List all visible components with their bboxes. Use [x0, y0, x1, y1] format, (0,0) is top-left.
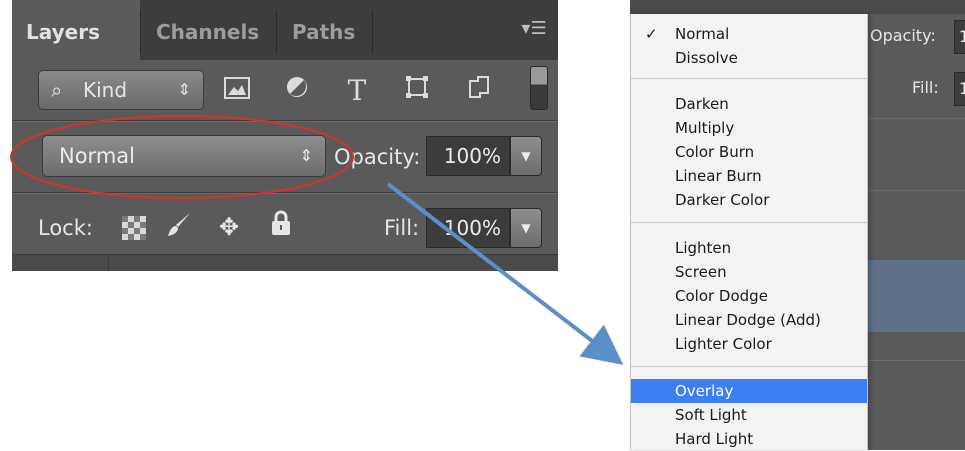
- divider: [866, 118, 965, 119]
- panel-top-strip: [630, 0, 965, 14]
- menu-item-linear-dodge[interactable]: Linear Dodge (Add): [631, 308, 867, 332]
- menu-item-overlay[interactable]: Overlay: [631, 379, 867, 403]
- menu-item-lighten[interactable]: Lighten: [631, 236, 867, 260]
- tab-divider: [372, 10, 373, 54]
- image-icon[interactable]: [220, 74, 254, 108]
- menu-item-color-dodge[interactable]: Color Dodge: [631, 284, 867, 308]
- shape-icon[interactable]: [400, 74, 434, 108]
- kind-filter-select[interactable]: ⌕ Kind ⇕: [38, 70, 204, 110]
- fill-field[interactable]: 100%: [426, 208, 510, 248]
- menu-separator: [631, 78, 867, 79]
- menu-item-linear-burn[interactable]: Linear Burn: [631, 164, 867, 188]
- layer-column-divider: [108, 255, 109, 271]
- tab-divider: [140, 10, 141, 54]
- filter-toggle-switch[interactable]: [530, 66, 548, 110]
- checkmark-icon: ✓: [645, 25, 658, 43]
- tab-channels[interactable]: Channels: [142, 0, 276, 60]
- search-icon: ⌕: [51, 78, 63, 102]
- type-T-icon[interactable]: T: [340, 74, 374, 108]
- fill-label: Fill:: [912, 78, 939, 97]
- lock-all-padlock-icon[interactable]: [264, 210, 298, 244]
- updown-arrows-icon: ⇕: [177, 80, 191, 99]
- menu-item-darken[interactable]: Darken: [631, 92, 867, 116]
- menu-separator: [631, 366, 867, 367]
- menu-item-soft-light[interactable]: Soft Light: [631, 403, 867, 427]
- blend-mode-value: Normal: [59, 144, 135, 168]
- menu-item-hard-light[interactable]: Hard Light: [631, 427, 867, 451]
- menu-item-label: Normal: [675, 25, 730, 43]
- lock-transparent-pixels-icon[interactable]: [122, 216, 146, 240]
- divider: [866, 190, 965, 191]
- menu-item-multiply[interactable]: Multiply: [631, 116, 867, 140]
- kind-filter-label: Kind: [83, 78, 128, 102]
- tab-divider: [276, 10, 277, 54]
- updown-arrows-icon: ⇕: [299, 146, 313, 165]
- divider: [866, 360, 965, 361]
- menu-item-screen[interactable]: Screen: [631, 260, 867, 284]
- panel-tab-bar: Layers Channels Paths ▾☰: [12, 0, 558, 60]
- opacity-field[interactable]: 1: [954, 20, 965, 54]
- divider: [12, 193, 558, 194]
- selected-layer-row[interactable]: [866, 260, 965, 332]
- menu-item-color-burn[interactable]: Color Burn: [631, 140, 867, 164]
- opacity-dropdown-button[interactable]: ▼: [510, 136, 542, 176]
- blend-mode-select[interactable]: Normal ⇕: [42, 135, 326, 177]
- tab-paths[interactable]: Paths: [278, 0, 372, 60]
- fill-dropdown-button[interactable]: ▼: [510, 208, 542, 248]
- opacity-label: Opacity:: [870, 26, 936, 45]
- lock-image-pixels-brush-icon[interactable]: [162, 210, 196, 244]
- opacity-label: Opacity:: [334, 145, 421, 169]
- menu-item-normal[interactable]: ✓ Normal: [631, 22, 867, 46]
- panel-menu-icon[interactable]: ▾☰: [518, 18, 550, 40]
- lock-position-move-icon[interactable]: ✥: [212, 210, 246, 244]
- blend-mode-menu: ✓ Normal Dissolve Darken Multiply Color …: [630, 14, 868, 450]
- divider: [12, 121, 558, 122]
- fill-label: Fill:: [384, 216, 420, 240]
- menu-item-dissolve[interactable]: Dissolve: [631, 46, 867, 70]
- opacity-field[interactable]: 100%: [426, 136, 510, 176]
- menu-separator: [631, 222, 867, 223]
- adjustment-circle-icon[interactable]: [280, 74, 314, 108]
- lock-label: Lock:: [38, 216, 93, 240]
- smart-object-icon[interactable]: [462, 74, 496, 108]
- menu-item-darker-color[interactable]: Darker Color: [631, 188, 867, 212]
- menu-item-lighter-color[interactable]: Lighter Color: [631, 332, 867, 356]
- fill-field[interactable]: 1: [954, 72, 965, 106]
- tab-layers[interactable]: Layers: [12, 0, 140, 60]
- layers-list-top: [12, 254, 558, 271]
- layers-panel: Layers Channels Paths ▾☰ ⌕ Kind ⇕ T Norm…: [12, 0, 558, 271]
